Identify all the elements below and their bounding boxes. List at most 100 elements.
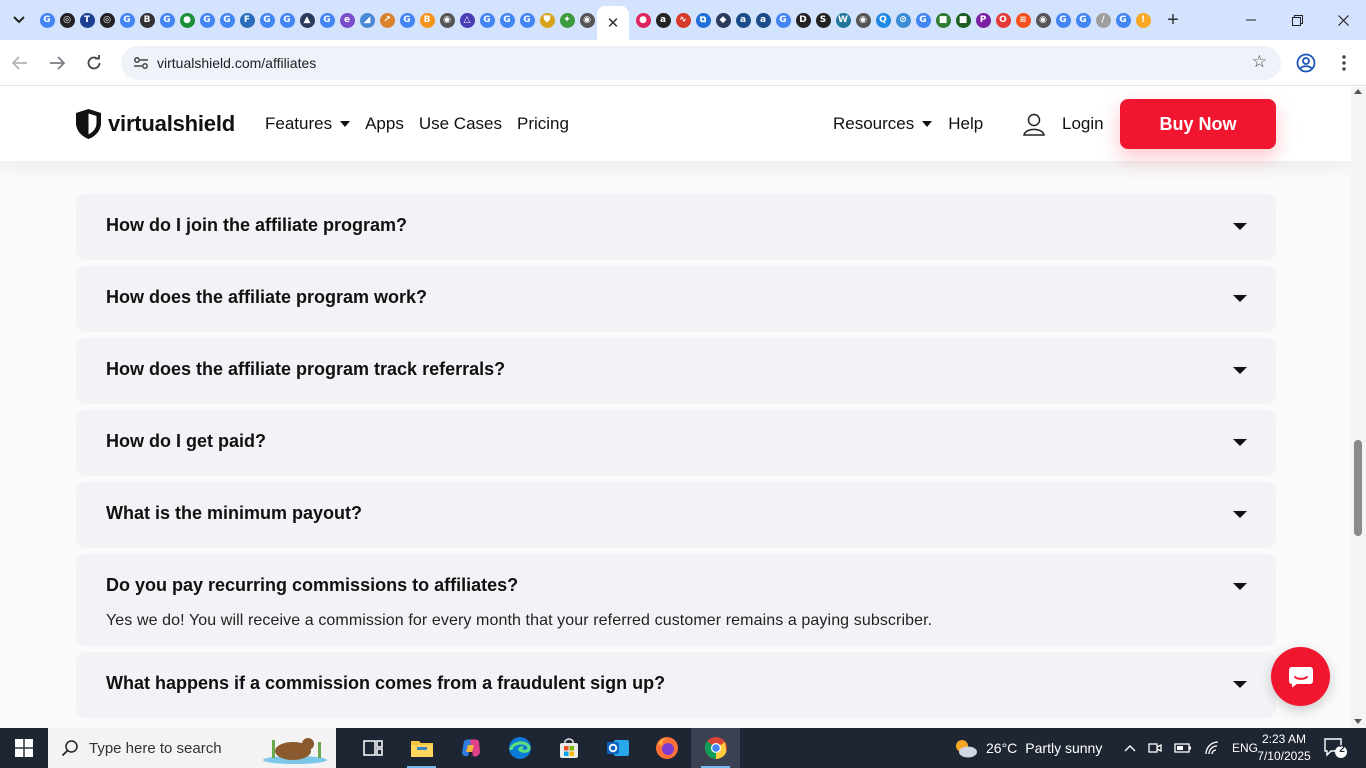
nav-resources[interactable]: Resources: [833, 114, 933, 134]
browser-tab[interactable]: ◎: [97, 0, 117, 40]
kebab-menu-icon[interactable]: [1334, 51, 1354, 75]
nav-pricing[interactable]: Pricing: [517, 114, 569, 134]
browser-tab[interactable]: ●: [633, 0, 653, 40]
restore-button[interactable]: [1274, 0, 1320, 40]
browser-tab[interactable]: ⛊: [537, 0, 557, 40]
tab-search-button[interactable]: [5, 6, 33, 34]
caret-down-icon[interactable]: [1233, 681, 1247, 688]
faq-question[interactable]: How do I join the affiliate program?: [106, 215, 407, 236]
browser-tab[interactable]: G: [277, 0, 297, 40]
faq-question[interactable]: How do I get paid?: [106, 431, 266, 452]
page-scrollbar[interactable]: [1351, 87, 1366, 728]
user-icon[interactable]: [1021, 111, 1047, 142]
bookmark-star-icon[interactable]: ☆: [1252, 52, 1267, 72]
meet-now-icon[interactable]: [1148, 741, 1162, 755]
browser-tab[interactable]: G: [257, 0, 277, 40]
browser-tab[interactable]: ●: [177, 0, 197, 40]
file-explorer-button[interactable]: [397, 728, 446, 768]
caret-down-icon[interactable]: [1233, 367, 1247, 374]
browser-tab[interactable]: ⊘: [893, 0, 913, 40]
start-button[interactable]: [0, 728, 48, 768]
browser-tab[interactable]: G: [477, 0, 497, 40]
reload-button[interactable]: [77, 46, 111, 80]
browser-tab[interactable]: ◆: [713, 0, 733, 40]
scroll-down-arrow-icon[interactable]: [1354, 719, 1362, 724]
browser-tab[interactable]: ∿: [673, 0, 693, 40]
browser-tab[interactable]: G: [117, 0, 137, 40]
browser-tab[interactable]: ≡: [1013, 0, 1033, 40]
browser-tab[interactable]: G: [1053, 0, 1073, 40]
nav-features[interactable]: Features: [265, 114, 351, 134]
browser-tab[interactable]: ■: [933, 0, 953, 40]
url-text[interactable]: virtualshield.com/affiliates: [157, 55, 316, 71]
address-bar[interactable]: virtualshield.com/affiliates ☆: [121, 46, 1281, 80]
site-info-icon[interactable]: [127, 49, 155, 77]
caret-down-icon[interactable]: [1233, 439, 1247, 446]
browser-tab[interactable]: G: [913, 0, 933, 40]
caret-down-icon[interactable]: [1233, 295, 1247, 302]
caret-down-icon[interactable]: [1233, 583, 1247, 590]
browser-tab[interactable]: W: [833, 0, 853, 40]
browser-tab[interactable]: F: [237, 0, 257, 40]
faq-item[interactable]: How does the affiliate program track ref…: [76, 338, 1276, 404]
faq-item[interactable]: Do you pay recurring commissions to affi…: [76, 554, 1276, 646]
new-tab-button[interactable]: +: [1159, 6, 1187, 34]
browser-tab[interactable]: G: [197, 0, 217, 40]
scroll-thumb[interactable]: [1354, 440, 1362, 536]
browser-tab[interactable]: e: [337, 0, 357, 40]
browser-tab[interactable]: ◢: [357, 0, 377, 40]
caret-down-icon[interactable]: [1233, 223, 1247, 230]
notification-center-button[interactable]: 2: [1322, 736, 1348, 760]
taskbar-search-box[interactable]: Type here to search: [48, 728, 336, 768]
browser-tab[interactable]: G: [1073, 0, 1093, 40]
browser-tab[interactable]: G: [397, 0, 417, 40]
chrome-button[interactable]: [691, 728, 740, 768]
browser-tab[interactable]: ⧉: [693, 0, 713, 40]
forward-button[interactable]: [40, 46, 74, 80]
browser-tab[interactable]: G: [1113, 0, 1133, 40]
battery-icon[interactable]: [1174, 742, 1192, 754]
browser-tab[interactable]: G: [157, 0, 177, 40]
faq-item[interactable]: What happens if a commission comes from …: [76, 652, 1276, 718]
buy-now-button[interactable]: Buy Now: [1120, 99, 1276, 149]
system-clock[interactable]: 2:23 AM 7/10/2025: [1252, 731, 1316, 765]
browser-tab[interactable]: ■: [953, 0, 973, 40]
faq-item[interactable]: What is the minimum payout?: [76, 482, 1276, 548]
site-logo[interactable]: virtualshield: [75, 108, 235, 140]
login-link[interactable]: Login: [1062, 114, 1104, 134]
faq-item[interactable]: How do I get paid?: [76, 410, 1276, 476]
faq-question[interactable]: What happens if a commission comes from …: [106, 673, 665, 694]
nav-apps[interactable]: Apps: [365, 114, 404, 134]
browser-tab[interactable]: ✦: [557, 0, 577, 40]
browser-tab[interactable]: S: [813, 0, 833, 40]
browser-tab[interactable]: ↗: [377, 0, 397, 40]
profile-icon[interactable]: [1294, 51, 1318, 75]
browser-tab[interactable]: G: [773, 0, 793, 40]
browser-tab[interactable]: /: [1093, 0, 1113, 40]
nav-use-cases[interactable]: Use Cases: [419, 114, 502, 134]
browser-tab[interactable]: G: [497, 0, 517, 40]
browser-tab[interactable]: a: [733, 0, 753, 40]
task-view-button[interactable]: [348, 728, 397, 768]
browser-tab[interactable]: Q: [873, 0, 893, 40]
browser-tab[interactable]: !: [1133, 0, 1153, 40]
back-button[interactable]: [3, 46, 37, 80]
active-tab[interactable]: ✕: [597, 6, 629, 40]
outlook-button[interactable]: [593, 728, 642, 768]
faq-item[interactable]: How do I join the affiliate program?: [76, 194, 1276, 260]
browser-tab[interactable]: D: [793, 0, 813, 40]
browser-tab[interactable]: O: [993, 0, 1013, 40]
browser-tab[interactable]: G: [217, 0, 237, 40]
browser-tab[interactable]: T: [77, 0, 97, 40]
browser-tab[interactable]: B: [137, 0, 157, 40]
firefox-button[interactable]: [642, 728, 691, 768]
edge-button[interactable]: [495, 728, 544, 768]
browser-tab[interactable]: ◉: [577, 0, 597, 40]
faq-question[interactable]: What is the minimum payout?: [106, 503, 362, 524]
browser-tab[interactable]: G: [517, 0, 537, 40]
browser-tab[interactable]: ◉: [437, 0, 457, 40]
browser-tab[interactable]: P: [973, 0, 993, 40]
browser-tab[interactable]: a: [753, 0, 773, 40]
live-chat-button[interactable]: [1271, 647, 1330, 706]
faq-question[interactable]: How does the affiliate program work?: [106, 287, 427, 308]
